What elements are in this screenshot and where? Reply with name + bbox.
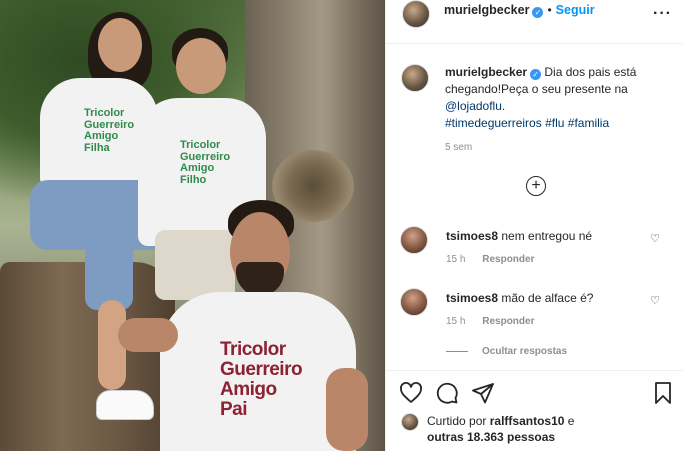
hashtag-link[interactable]: #timedeguerreiros	[445, 116, 542, 130]
caption-mention[interactable]: @lojadoflu	[445, 99, 502, 113]
girl-face	[98, 18, 142, 72]
comment-item: tsimoes8 mão de alface é? 15 h Responder…	[400, 288, 670, 327]
likes-prefix: Curtido por	[427, 414, 487, 428]
comment-icon[interactable]	[435, 381, 459, 405]
liker-avatar[interactable]	[401, 413, 419, 431]
post-photo[interactable]: Tricolor Guerreiro Amigo Filha Tricolor …	[0, 0, 385, 451]
comment-item: tsimoes8 nem entregou né 15 h Responder …	[400, 226, 670, 265]
author-avatar[interactable]	[402, 0, 430, 28]
heart-icon[interactable]: ♡	[650, 232, 660, 245]
man-arm	[118, 318, 178, 352]
comment-time[interactable]: 15 h	[446, 254, 465, 265]
heart-icon[interactable]	[399, 381, 423, 405]
likes-conj: e	[567, 414, 575, 428]
reply-button[interactable]: Responder	[482, 316, 534, 327]
hide-replies-button[interactable]: Ocultar respostas	[446, 346, 567, 357]
sneaker	[96, 390, 154, 420]
post-caption: murielgbecker ✓ Dia dos pais está chegand…	[401, 64, 671, 153]
dot-separator: •	[547, 3, 552, 17]
header-meta: murielgbecker ✓ • Seguir	[444, 3, 595, 18]
share-icon[interactable]	[471, 381, 495, 405]
caption-body: murielgbecker ✓ Dia dos pais está chegand…	[445, 64, 671, 132]
commenter-avatar[interactable]	[400, 226, 428, 254]
comment-time[interactable]: 15 h	[446, 316, 465, 327]
hashtag-link[interactable]: #familia	[568, 116, 609, 130]
likes-text: Curtido por ralffsantos10 e outras 18.36…	[427, 413, 671, 445]
hashtag-link[interactable]: #flu	[545, 116, 564, 130]
post-time-ago[interactable]: 5 sem	[445, 142, 671, 153]
caption-avatar[interactable]	[401, 64, 429, 92]
likes-summary: Curtido por ralffsantos10 e outras 18.36…	[401, 413, 671, 445]
comment-text-row: tsimoes8 mão de alface é?	[446, 288, 670, 306]
bookmark-icon[interactable]	[651, 381, 675, 405]
reply-button[interactable]: Responder	[482, 254, 534, 265]
verified-badge-icon: ✓	[530, 69, 542, 80]
comment-text: nem entregou né	[501, 229, 593, 243]
more-options-icon[interactable]: ···	[653, 5, 672, 23]
follow-button[interactable]: Seguir	[556, 3, 595, 17]
comment-username[interactable]: tsimoes8	[446, 229, 498, 243]
plus-circle-icon[interactable]: +	[526, 176, 546, 196]
comment-meta: 15 h Responder	[446, 254, 670, 265]
boy-face	[176, 38, 226, 94]
liker-username[interactable]: ralffsantos10	[490, 414, 565, 428]
hide-replies-line	[446, 351, 468, 352]
girl-jeans-leg	[85, 220, 133, 310]
commenter-avatar[interactable]	[400, 288, 428, 316]
girl-shirt-text: Tricolor Guerreiro Amigo Filha	[84, 107, 135, 154]
comment-username[interactable]: tsimoes8	[446, 291, 498, 305]
boy-shorts	[155, 230, 235, 300]
comment-text: mão de alface é?	[501, 291, 594, 305]
comment-text-row: tsimoes8 nem entregou né	[446, 226, 670, 244]
man-shirt-text: Tricolor Guerreiro Amigo Pai	[220, 339, 303, 420]
likes-others[interactable]: outras 18.363 pessoas	[427, 430, 555, 444]
post-actions-bar: Curtido por ralffsantos10 e outras 18.36…	[385, 370, 683, 451]
heart-icon[interactable]: ♡	[650, 294, 660, 307]
hide-replies-label: Ocultar respostas	[482, 346, 568, 357]
post-header: murielgbecker ✓ • Seguir ···	[386, 0, 683, 44]
author-username[interactable]: murielgbecker	[444, 3, 529, 17]
comment-meta: 15 h Responder	[446, 316, 670, 327]
boy-shirt-text: Tricolor Guerreiro Amigo Filho	[180, 139, 231, 186]
caption-username[interactable]: murielgbecker	[445, 65, 527, 79]
man-arm-right	[326, 368, 368, 451]
caption-period: .	[501, 99, 506, 113]
verified-badge-icon: ✓	[532, 7, 544, 18]
